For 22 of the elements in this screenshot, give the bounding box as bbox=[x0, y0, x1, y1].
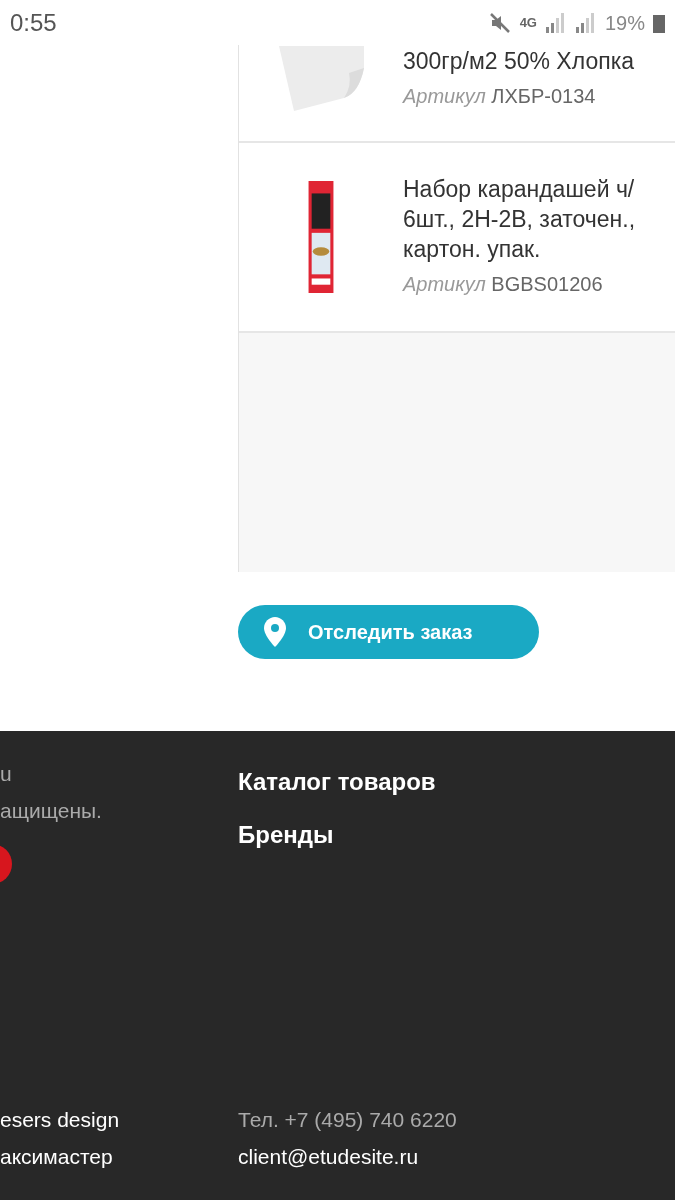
battery-icon bbox=[653, 12, 665, 33]
location-pin-icon bbox=[264, 617, 286, 647]
phone-number: Тел. +7 (495) 740 6220 bbox=[238, 1107, 458, 1133]
email-link[interactable]: client@etudesite.ru bbox=[238, 1138, 675, 1175]
signal-icon bbox=[574, 12, 597, 33]
signal-icon bbox=[544, 12, 567, 33]
footer-link[interactable]: Каталог товаров bbox=[238, 755, 675, 808]
product-title[interactable]: картон. упак. bbox=[403, 234, 636, 265]
article-number: Артикул BGBS01206 bbox=[403, 271, 604, 297]
footer-text: esers design bbox=[0, 1107, 121, 1133]
product-title[interactable]: 6шт., 2Н-2В, заточен., bbox=[403, 205, 636, 235]
product-title[interactable]: Набор карандашей ч/ bbox=[403, 175, 636, 206]
mute-icon bbox=[487, 10, 512, 35]
article-number: Артикул ЛХБР-0134 bbox=[403, 84, 597, 109]
clock: 0:55 bbox=[10, 7, 57, 38]
footer-text: аксимастер bbox=[0, 1144, 114, 1170]
footer-text: ащищены. bbox=[0, 798, 103, 824]
network-type: 4G bbox=[519, 13, 537, 32]
battery-level: 19% bbox=[604, 10, 645, 36]
footer-text: u bbox=[0, 761, 13, 787]
product-title[interactable]: 300гр/м2 50% Хлопка bbox=[403, 47, 634, 77]
footer-link[interactable]: Бренды bbox=[238, 808, 675, 861]
